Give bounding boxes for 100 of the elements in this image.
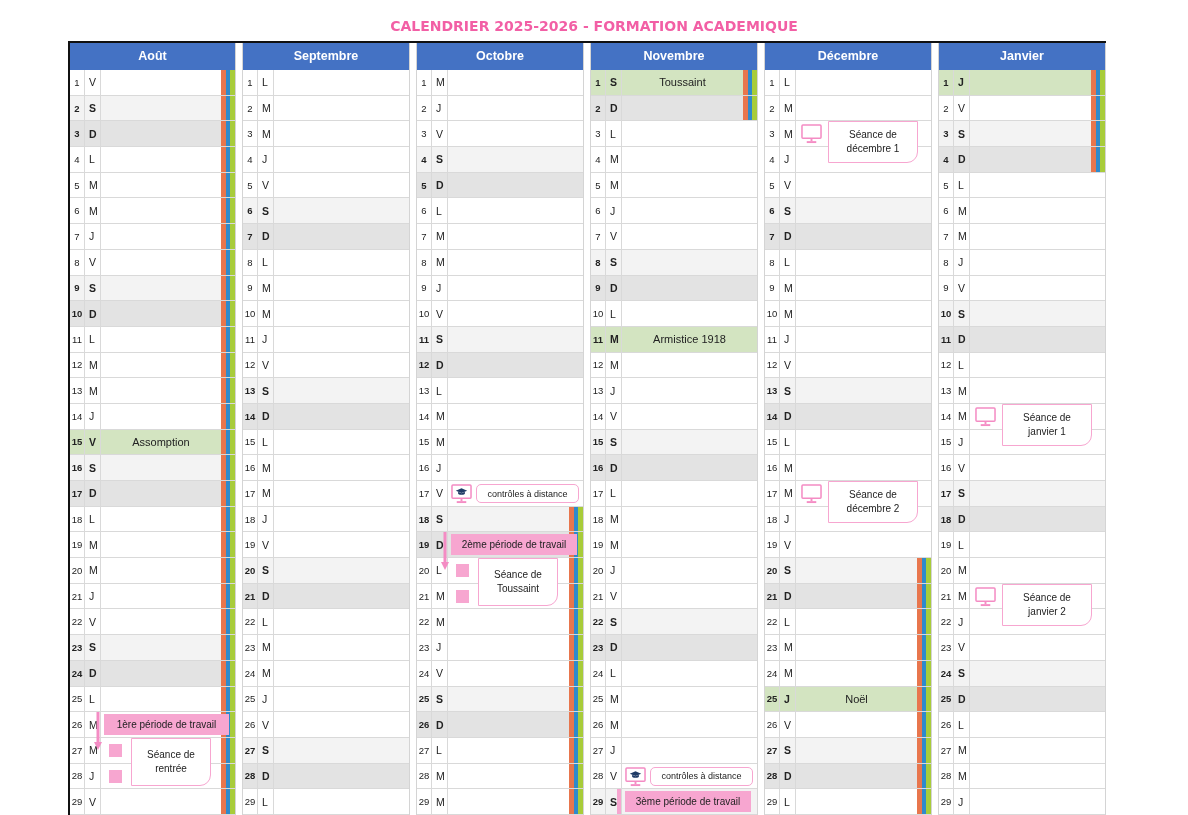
weekday-letter: M	[606, 326, 622, 352]
day-number: 2	[70, 95, 85, 121]
day-number: 28	[70, 763, 85, 789]
day-number: 25	[243, 686, 258, 712]
day-number: 9	[939, 275, 954, 301]
day-number: 11	[243, 326, 258, 352]
weekday-letter: M	[606, 147, 622, 172]
day-number: 29	[765, 789, 780, 814]
weekday-letter: D	[85, 121, 101, 147]
day-number: 27	[591, 737, 606, 763]
day-number: 23	[417, 635, 432, 660]
day-number: 24	[939, 660, 954, 686]
weekday-letter: D	[432, 352, 448, 378]
day-number: 10	[417, 301, 432, 326]
weekday-letter: M	[258, 635, 274, 660]
day-number: 11	[417, 326, 432, 352]
weekday-letter: V	[85, 249, 101, 275]
day-number: 12	[70, 352, 85, 378]
weekday-letter: M	[780, 455, 796, 480]
weekday-letter: M	[432, 403, 448, 429]
day-number: 20	[70, 558, 85, 583]
weekday-letter: M	[258, 275, 274, 301]
weekday-letter: D	[780, 403, 796, 429]
weekday-letter: M	[606, 686, 622, 712]
weekday-letter: L	[85, 147, 101, 172]
day-number: 9	[765, 275, 780, 301]
weekday-letter: J	[780, 147, 796, 172]
weekday-letter: J	[432, 275, 448, 301]
weekday-letter: S	[954, 660, 970, 686]
weekday-letter: V	[780, 532, 796, 558]
weekday-letter: V	[258, 532, 274, 558]
session-callout: Séance de Toussaint	[478, 558, 558, 607]
day-number: 7	[243, 224, 258, 249]
day-number: 8	[591, 249, 606, 275]
day-number: 19	[765, 532, 780, 558]
remote-test-label: contrôles à distance	[650, 766, 753, 786]
day-number: 22	[765, 609, 780, 635]
weekday-letter: M	[780, 301, 796, 326]
day-number: 3	[243, 121, 258, 147]
weekday-letter: S	[432, 686, 448, 712]
weekday-letter: M	[780, 660, 796, 686]
weekday-letter: J	[258, 147, 274, 172]
day-number: 5	[939, 172, 954, 198]
day-number: 17	[591, 481, 606, 506]
day-number: 27	[243, 737, 258, 763]
weekday-letter: M	[432, 609, 448, 635]
weekday-letter: J	[432, 635, 448, 660]
day-number: 16	[417, 455, 432, 480]
day-number: 27	[417, 737, 432, 763]
day-number: 22	[591, 609, 606, 635]
day-number: 19	[70, 532, 85, 558]
weekday-letter: D	[954, 326, 970, 352]
day-number: 10	[939, 301, 954, 326]
day-number: 8	[70, 249, 85, 275]
day-number: 24	[70, 660, 85, 686]
weekday-letter: J	[606, 737, 622, 763]
day-number: 14	[70, 403, 85, 429]
weekday-letter: M	[85, 558, 101, 583]
weekday-letter: M	[85, 352, 101, 378]
weekday-letter: D	[780, 224, 796, 249]
weekday-letter: S	[606, 249, 622, 275]
weekday-letter: M	[780, 481, 796, 506]
calendar-title: CALENDRIER 2025-2026 - FORMATION ACADEMIQUE	[389, 17, 799, 36]
square-marker	[109, 769, 122, 783]
day-number: 22	[243, 609, 258, 635]
day-number: 28	[939, 763, 954, 789]
weekday-letter: L	[606, 660, 622, 686]
weekday-letter: D	[606, 95, 622, 121]
day-number: 15	[765, 429, 780, 455]
day-number: 29	[243, 789, 258, 814]
day-number: 21	[765, 583, 780, 609]
day-number: 4	[765, 147, 780, 172]
day-number: 29	[70, 789, 85, 814]
day-number: 13	[939, 378, 954, 403]
day-number: 4	[70, 147, 85, 172]
weekday-letter: J	[780, 506, 796, 532]
weekday-letter: L	[258, 429, 274, 455]
weekday-letter: M	[85, 378, 101, 403]
period-banner: 1ère période de travail	[104, 714, 229, 736]
weekday-letter: V	[606, 224, 622, 249]
weekday-letter: M	[780, 121, 796, 147]
weekday-letter: V	[606, 763, 622, 789]
holiday-name: Noël	[845, 692, 868, 705]
day-number: 28	[417, 763, 432, 789]
weekday-letter: V	[780, 172, 796, 198]
weekday-letter: S	[85, 95, 101, 121]
weekday-letter: D	[432, 712, 448, 737]
day-number: 26	[765, 712, 780, 737]
weekday-letter: V	[780, 352, 796, 378]
weekday-letter: M	[432, 249, 448, 275]
day-number: 4	[591, 147, 606, 172]
session-callout: Séance de décembre 2	[828, 481, 918, 523]
weekday-letter: M	[780, 275, 796, 301]
day-number: 26	[243, 712, 258, 737]
day-number: 23	[70, 635, 85, 660]
day-number: 26	[417, 712, 432, 737]
day-number: 15	[243, 429, 258, 455]
day-number: 16	[591, 455, 606, 480]
weekday-letter: M	[432, 763, 448, 789]
day-number: 25	[765, 686, 780, 712]
